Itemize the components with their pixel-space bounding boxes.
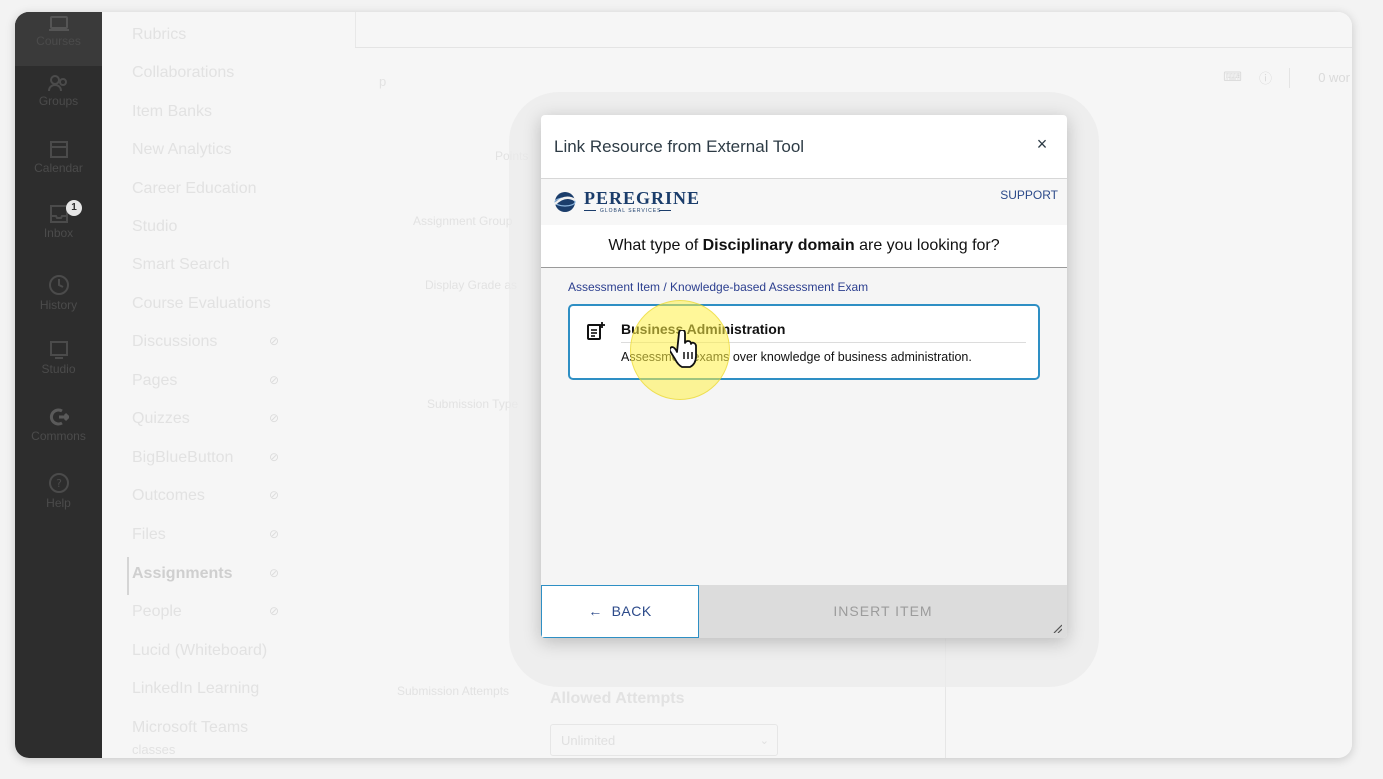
studio-icon — [49, 341, 68, 359]
global-nav-label: Groups — [38, 94, 79, 108]
hidden-eye-icon: ⊘ — [269, 527, 280, 541]
tool-iframe: PEREGRINE GLOBAL SERVICES SUPPORT What t… — [541, 179, 1067, 585]
global-nav: Courses Groups Calendar 1 Inbox History … — [15, 12, 102, 758]
question-suffix: are you looking for? — [854, 237, 1000, 254]
allowed-attempts-select[interactable]: Unlimited ⌄ — [550, 724, 778, 756]
document-add-icon — [587, 322, 605, 340]
course-nav-discussions[interactable]: Discussions — [132, 333, 217, 351]
course-nav-linkedin-learning[interactable]: LinkedIn Learning — [132, 680, 259, 698]
course-nav-course-evaluations[interactable]: Course Evaluations — [132, 295, 271, 313]
inbox-badge: 1 — [66, 200, 82, 216]
divider — [355, 47, 1352, 48]
course-nav-bigbluebutton[interactable]: BigBlueButton — [132, 449, 233, 467]
course-nav-rubrics[interactable]: Rubrics — [132, 26, 186, 44]
hidden-eye-icon: ⊘ — [269, 450, 280, 464]
question-prefix: What type of — [608, 237, 703, 254]
course-nav-item-banks[interactable]: Item Banks — [132, 103, 212, 121]
global-nav-studio[interactable]: Studio — [15, 340, 102, 376]
question-heading: What type of Disciplinary domain are you… — [541, 225, 1067, 268]
global-nav-label: Studio — [41, 362, 76, 376]
support-link[interactable]: SUPPORT — [1000, 188, 1058, 202]
global-nav-label: Commons — [31, 429, 86, 443]
global-nav-label: Courses — [36, 34, 81, 48]
global-nav-commons[interactable]: Commons — [15, 407, 102, 443]
brand-name: PEREGRINE — [584, 188, 701, 208]
assignment-group-label: Assignment Group — [413, 214, 513, 228]
allowed-attempts-title: Allowed Attempts — [550, 690, 685, 707]
divider — [1289, 68, 1290, 88]
course-nav-pages[interactable]: Pages — [132, 372, 177, 390]
allowed-attempts-value: Unlimited — [561, 733, 616, 748]
chevron-down-icon: ⌄ — [759, 735, 769, 747]
history-icon — [48, 275, 69, 295]
course-nav-people[interactable]: People — [132, 603, 182, 621]
course-nav-studio[interactable]: Studio — [132, 218, 177, 236]
course-nav-microsoft-teams[interactable]: Microsoft Teams — [132, 719, 248, 737]
global-nav-label: History — [39, 298, 78, 312]
global-nav-history[interactable]: History — [15, 274, 102, 312]
hidden-eye-icon: ⊘ — [269, 604, 280, 618]
insert-item-button[interactable]: INSERT ITEM — [699, 585, 1067, 638]
globe-icon — [554, 192, 576, 212]
hand-pointer-icon — [670, 330, 697, 368]
brand-tagline: GLOBAL SERVICES — [600, 208, 662, 214]
editor-path: p — [379, 74, 387, 89]
browser-frame: Courses Groups Calendar 1 Inbox History … — [15, 12, 1352, 758]
calendar-icon — [49, 141, 68, 158]
accessibility-icon[interactable]: ⓘ — [1259, 68, 1272, 87]
divider — [659, 210, 671, 211]
divider — [355, 12, 356, 47]
course-nav-new-analytics[interactable]: New Analytics — [132, 141, 232, 159]
question-bold: Disciplinary domain — [702, 237, 855, 254]
hidden-eye-icon: ⊘ — [269, 488, 280, 502]
global-nav-calendar[interactable]: Calendar — [15, 139, 102, 175]
course-nav-lucid-whiteboard[interactable]: Lucid (Whiteboard) — [132, 642, 267, 660]
arrow-left-icon: ← — [588, 603, 603, 619]
active-indicator — [127, 557, 129, 595]
courses-icon — [48, 16, 69, 31]
global-nav-courses[interactable]: Courses — [15, 12, 102, 66]
hidden-eye-icon: ⊘ — [269, 411, 280, 425]
course-nav-career-education[interactable]: Career Education — [132, 180, 257, 198]
resize-handle-icon[interactable] — [1052, 623, 1062, 633]
external-tool-modal: Link Resource from External Tool × PEREG… — [541, 115, 1067, 638]
modal-header: Link Resource from External Tool × — [541, 115, 1067, 179]
course-nav-collaborations[interactable]: Collaborations — [132, 64, 234, 82]
hidden-eye-icon: ⊘ — [269, 373, 280, 387]
modal-footer: ← BACK INSERT ITEM — [541, 585, 1067, 638]
course-nav-smart-search[interactable]: Smart Search — [132, 256, 230, 274]
help-icon: ? — [48, 473, 69, 493]
hidden-eye-icon: ⊘ — [269, 566, 280, 580]
back-button[interactable]: ← BACK — [541, 585, 699, 638]
back-label: BACK — [611, 603, 652, 619]
groups-icon — [47, 75, 67, 92]
brand-bar: PEREGRINE GLOBAL SERVICES SUPPORT — [541, 179, 1067, 226]
modal-title: Link Resource from External Tool — [554, 137, 805, 156]
submission-type-label: Submission Type — [427, 397, 519, 411]
global-nav-label: Help — [46, 496, 71, 510]
close-icon[interactable]: × — [1032, 134, 1052, 154]
global-nav-help[interactable]: ? Help — [15, 472, 102, 510]
course-nav-quizzes[interactable]: Quizzes — [132, 410, 190, 428]
svg-text:?: ? — [56, 477, 62, 490]
global-nav-label: Inbox — [43, 226, 74, 240]
hidden-eye-icon: ⊘ — [269, 334, 280, 348]
divider — [584, 210, 596, 211]
keyboard-icon[interactable]: ⌨ — [1223, 69, 1242, 85]
course-nav: Rubrics Collaborations Item Banks New An… — [102, 12, 355, 758]
category-breadcrumb[interactable]: Assessment Item / Knowledge-based Assess… — [568, 280, 868, 294]
global-nav-inbox[interactable]: 1 Inbox — [15, 200, 102, 240]
submission-attempts-label: Submission Attempts — [397, 684, 510, 698]
course-nav-microsoft-teams-cont[interactable]: classes — [132, 742, 175, 757]
global-nav-label: Calendar — [34, 161, 83, 175]
global-nav-groups[interactable]: Groups — [15, 74, 102, 108]
commons-icon — [49, 408, 69, 426]
display-grade-label: Display Grade as — [425, 278, 518, 292]
word-count: 0 wor — [1318, 70, 1350, 85]
course-nav-files[interactable]: Files — [132, 526, 166, 544]
course-nav-assignments[interactable]: Assignments — [132, 565, 232, 583]
course-nav-outcomes[interactable]: Outcomes — [132, 487, 205, 505]
